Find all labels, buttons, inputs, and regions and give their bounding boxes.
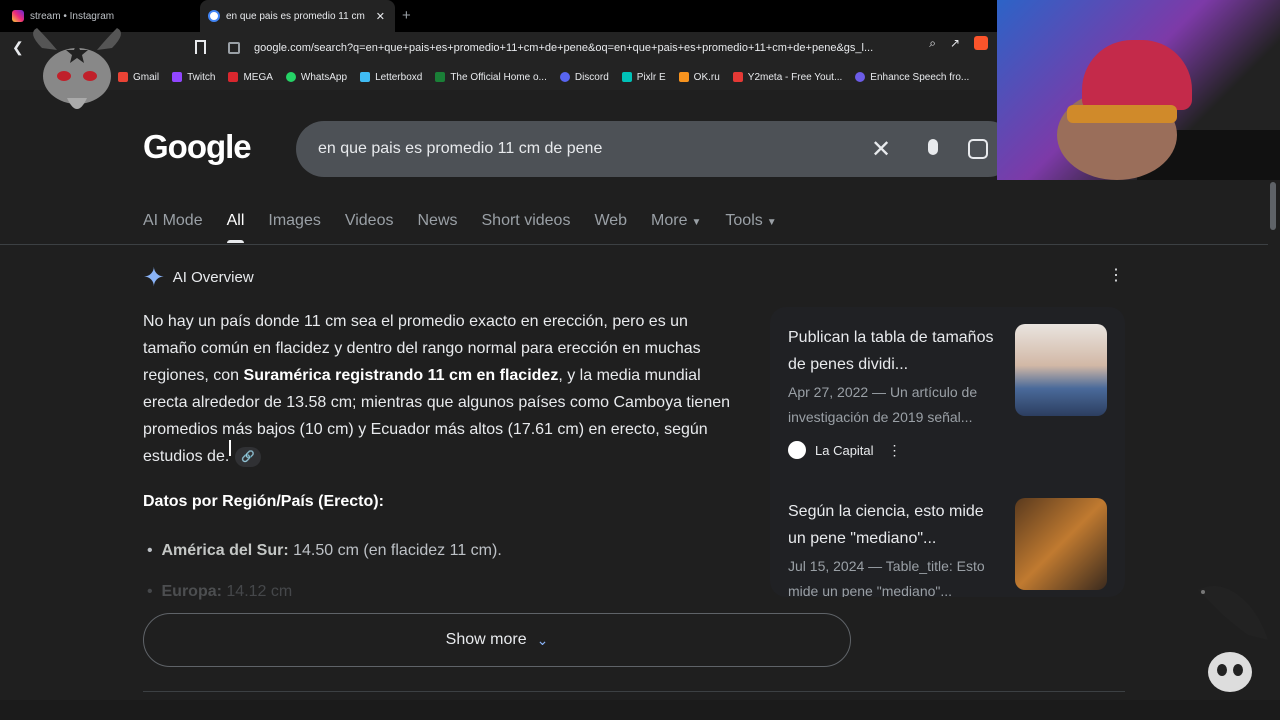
tab-web[interactable]: Web (594, 212, 627, 243)
source-publisher[interactable]: La Capital ⋮ (788, 441, 902, 459)
close-tab-icon[interactable]: ✕ (376, 10, 385, 23)
highlighted-text: Suramérica registrando 11 cm en flacidez (243, 367, 559, 384)
ai-overview-title: AI Overview (172, 268, 254, 286)
source-snippet: Apr 27, 2022 — Un artículo de investigac… (788, 384, 978, 425)
divider (143, 691, 1125, 692)
okru-icon (678, 72, 689, 82)
camera-lens-icon[interactable] (968, 139, 988, 159)
share-icon[interactable]: ↗ (950, 36, 960, 51)
chevron-down-icon: ▼ (691, 217, 702, 228)
site-info-icon[interactable] (228, 42, 240, 54)
bookmark-letterboxd[interactable]: Letterboxd (360, 72, 422, 83)
microphone-icon[interactable] (928, 139, 938, 155)
bottom-bar (0, 700, 1280, 720)
source-cards: Publican la tabla de tamaños de penes di… (770, 307, 1125, 597)
chevron-down-icon: ▼ (766, 217, 777, 228)
webcam-cap (1082, 40, 1192, 110)
raven-skull-overlay (1198, 586, 1268, 692)
link-icon[interactable]: 🔗 (235, 446, 262, 467)
source-card[interactable]: Publican la tabla de tamaños de penes di… (788, 324, 1003, 430)
url-text: google.com/search?q=en+que+pais+es+prome… (254, 42, 874, 54)
bookmark-y2meta[interactable]: Y2meta - Free Yout... (732, 72, 842, 83)
goat-avatar-overlay (33, 28, 121, 109)
whatsapp-icon (285, 72, 296, 82)
more-options-icon[interactable]: ⋮ (888, 442, 902, 459)
bookmark-discord[interactable]: Discord (559, 72, 609, 83)
new-tab-button[interactable]: + (402, 7, 411, 24)
bookmark-mega[interactable]: MEGA (228, 72, 273, 83)
list-item: • América del Sur: 14.50 cm (en flacidez… (147, 542, 502, 559)
bookmark-official-home[interactable]: The Official Home o... (435, 72, 547, 83)
tab-ai-mode[interactable]: AI Mode (143, 212, 203, 243)
tab-strip: stream • Instagram en que pais es promed… (0, 0, 1000, 32)
more-options-icon[interactable]: ⋮ (1108, 265, 1124, 285)
source-snippet: Jul 15, 2024 — Table_title: Esto mide un… (788, 558, 985, 597)
webcam-glasses (1067, 105, 1177, 123)
letterboxd-icon (360, 72, 371, 82)
bookmarks-bar: Gmail Twitch MEGA WhatsApp Letterboxd Th… (0, 64, 1000, 90)
tab-short-videos[interactable]: Short videos (482, 212, 571, 243)
bookmark-icon[interactable] (195, 40, 206, 54)
twitch-icon (172, 72, 183, 82)
bookmark-twitch[interactable]: Twitch (172, 72, 215, 83)
google-icon (208, 10, 220, 22)
la-capital-logo-icon (788, 441, 806, 459)
search-box[interactable]: en que pais es promedio 11 cm de pene ✕ (296, 121, 1016, 177)
ai-overview-header: ✦ AI Overview (143, 264, 254, 290)
zoom-icon[interactable]: ⌕ (929, 36, 936, 51)
clear-search-icon[interactable]: ✕ (871, 135, 891, 164)
leaf-icon (435, 72, 446, 82)
list-item: • Europa: 14.12 cm (147, 583, 293, 600)
tab-tools[interactable]: Tools ▼ (725, 212, 776, 243)
source-thumbnail[interactable] (1015, 498, 1107, 590)
url-field[interactable]: google.com/search?q=en+que+pais+es+prome… (220, 36, 990, 60)
source-title[interactable]: Según la ciencia, esto mide un pene "med… (788, 498, 1003, 552)
discord-icon (559, 72, 570, 82)
ai-overview-text: No hay un país donde 11 cm sea el promed… (143, 313, 731, 467)
chevron-down-icon: ⌄ (536, 631, 549, 648)
tab-all[interactable]: All (226, 212, 244, 243)
mega-icon (228, 72, 239, 82)
tab-images[interactable]: Images (268, 212, 320, 243)
bookmark-enhance-speech[interactable]: Enhance Speech fro... (855, 72, 969, 83)
tab-news[interactable]: News (417, 212, 457, 243)
enhance-speech-icon (855, 72, 866, 82)
region-heading: Datos por Región/País (Erecto): (143, 493, 384, 510)
text-cursor (229, 440, 231, 456)
tab-google-search[interactable]: en que pais es promedio 11 cm ✕ (200, 0, 395, 32)
tab-title: en que pais es promedio 11 cm (226, 10, 365, 22)
tab-videos[interactable]: Videos (345, 212, 394, 243)
bookmark-pixlr[interactable]: Pixlr E (621, 72, 666, 83)
bookmark-okru[interactable]: OK.ru (678, 72, 720, 83)
show-more-button[interactable]: Show more ⌄ (143, 613, 851, 667)
url-actions: ⌕ ↗ (929, 36, 988, 51)
ai-sparkle-icon: ✦ (143, 262, 165, 292)
scrollbar[interactable] (1270, 182, 1276, 230)
instagram-icon (12, 10, 24, 22)
source-title[interactable]: Publican la tabla de tamaños de penes di… (788, 324, 1003, 378)
source-thumbnail[interactable] (1015, 324, 1107, 416)
search-nav-tabs: AI Mode All Images Videos News Short vid… (143, 212, 801, 243)
bookmark-whatsapp[interactable]: WhatsApp (285, 72, 347, 83)
webcam-overlay (997, 0, 1280, 180)
tab-more[interactable]: More ▼ (651, 212, 701, 243)
y2meta-icon (732, 72, 743, 82)
google-logo[interactable]: Google (143, 128, 252, 166)
pixlr-icon (621, 72, 632, 82)
source-card[interactable]: Según la ciencia, esto mide un pene "med… (788, 498, 1003, 597)
brave-shield-icon[interactable] (974, 36, 988, 50)
search-input[interactable]: en que pais es promedio 11 cm de pene (318, 140, 602, 158)
tab-title: stream • Instagram (30, 10, 115, 22)
nav-divider (0, 244, 1268, 245)
address-bar: ❮ google.com/search?q=en+que+pais+es+pro… (0, 32, 1000, 64)
